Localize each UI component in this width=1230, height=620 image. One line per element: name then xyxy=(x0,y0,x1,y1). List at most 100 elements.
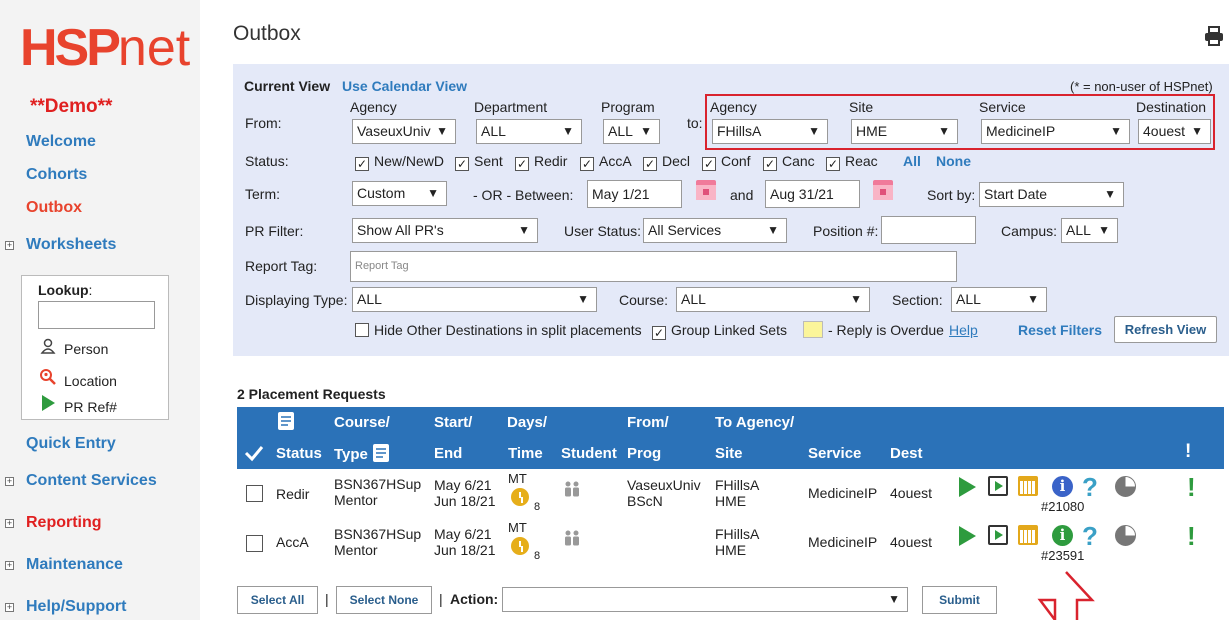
row-1-students-icon[interactable] xyxy=(562,480,582,505)
nav-worksheets[interactable]: Worksheets xyxy=(26,236,116,254)
term-select[interactable]: Custom ▼ xyxy=(352,181,447,206)
reset-filters-link[interactable]: Reset Filters xyxy=(1018,322,1102,338)
refresh-view-button[interactable]: Refresh View xyxy=(1114,316,1217,343)
row-2-students-icon[interactable] xyxy=(562,529,582,554)
row-2-help-icon[interactable]: ? xyxy=(1082,523,1098,549)
nav-reporting[interactable]: Reporting xyxy=(26,514,102,532)
row-1-calendar-icon[interactable] xyxy=(1018,476,1038,496)
header-course[interactable]: Course/ xyxy=(334,414,390,431)
row-1-chart-icon[interactable] xyxy=(1115,476,1136,497)
hide-other-destinations-checkbox[interactable]: Hide Other Destinations in split placeme… xyxy=(355,322,642,338)
nav-maintenance[interactable]: Maintenance xyxy=(26,556,123,574)
status-reac-checkbox[interactable]: ✓ Reac xyxy=(826,153,878,171)
header-service[interactable]: Service xyxy=(808,445,861,462)
calendar-from-icon[interactable] xyxy=(696,180,716,200)
lookup-input[interactable] xyxy=(38,301,155,329)
header-days[interactable]: Days/ xyxy=(507,414,547,431)
report-tag-input[interactable]: Report Tag xyxy=(350,251,957,282)
pr-filter-select[interactable]: Show All PR's ▼ xyxy=(352,218,538,243)
expand-reporting-icon[interactable]: + xyxy=(5,519,14,528)
row-2-checkbox[interactable] xyxy=(246,535,263,552)
header-start[interactable]: Start/ xyxy=(434,414,472,431)
row-1-checkbox[interactable] xyxy=(246,485,263,502)
lookup-pr-ref[interactable]: PR Ref# xyxy=(38,394,117,415)
position-label: Position #: xyxy=(813,223,879,239)
expand-worksheets-icon[interactable]: + xyxy=(5,241,14,250)
date-to-input[interactable]: Aug 31/21 xyxy=(765,180,860,208)
row-1-course[interactable]: BSN367HSup xyxy=(334,476,421,492)
help-link[interactable]: Help xyxy=(949,322,978,338)
section-select[interactable]: ALL ▼ xyxy=(951,287,1047,312)
header-from[interactable]: From/ xyxy=(627,414,669,431)
status-decl-checkbox[interactable]: ✓ Decl xyxy=(643,153,690,171)
header-end[interactable]: End xyxy=(434,445,462,462)
from-agency-select[interactable]: VaseuxUniv ▼ xyxy=(352,119,456,144)
status-sent-checkbox[interactable]: ✓ Sent xyxy=(455,153,503,171)
select-all-check-icon[interactable] xyxy=(244,444,264,467)
row-1-play-icon[interactable] xyxy=(959,477,976,497)
nav-help-support[interactable]: Help/Support xyxy=(26,598,126,616)
course-select[interactable]: ALL ▼ xyxy=(676,287,870,312)
header-type[interactable]: Type xyxy=(334,446,368,463)
program-label: Program xyxy=(601,99,655,115)
type-notes-icon[interactable] xyxy=(373,444,389,467)
header-student[interactable]: Student xyxy=(561,445,617,462)
status-canc-checkbox[interactable]: ✓ Canc xyxy=(763,153,815,171)
row-2-course[interactable]: BSN367HSup xyxy=(334,526,421,542)
printer-icon[interactable] xyxy=(1204,26,1224,46)
calendar-to-icon[interactable] xyxy=(873,180,893,200)
status-conf-checkbox[interactable]: ✓ Conf xyxy=(702,153,751,171)
header-status[interactable]: Status xyxy=(276,445,322,462)
nav-outbox[interactable]: Outbox xyxy=(26,199,82,217)
lookup-location[interactable]: Location xyxy=(38,368,117,389)
status-redir-checkbox[interactable]: ✓ Redir xyxy=(515,153,567,171)
status-newd-checkbox[interactable]: ✓ New/NewD xyxy=(355,153,444,171)
nav-cohorts[interactable]: Cohorts xyxy=(26,166,87,184)
header-time[interactable]: Time xyxy=(508,445,543,462)
header-site[interactable]: Site xyxy=(715,445,743,462)
nav-content-services[interactable]: Content Services xyxy=(26,472,157,490)
sort-by-select[interactable]: Start Date ▼ xyxy=(979,182,1124,207)
row-1-status: Redir xyxy=(276,486,310,502)
row-1-video-icon[interactable] xyxy=(988,476,1008,496)
displaying-type-select[interactable]: ALL ▼ xyxy=(352,287,597,312)
sidebar: HSPnet **Demo** Welcome Cohorts Outbox +… xyxy=(0,0,200,620)
calendar-view-link[interactable]: Use Calendar View xyxy=(342,78,467,94)
program-select[interactable]: ALL ▼ xyxy=(603,119,660,144)
row-2-alert-icon[interactable]: ! xyxy=(1187,523,1196,549)
header-prog[interactable]: Prog xyxy=(627,445,661,462)
select-all-button[interactable]: Select All xyxy=(237,586,318,614)
status-all-link[interactable]: All xyxy=(903,153,921,169)
department-select[interactable]: ALL ▼ xyxy=(476,119,582,144)
row-2-calendar-icon[interactable] xyxy=(1018,525,1038,545)
row-2-info-icon[interactable]: i xyxy=(1052,525,1073,546)
row-2-play-icon[interactable] xyxy=(959,526,976,546)
hspnet-logo[interactable]: HSPnet xyxy=(20,20,190,76)
status-none-link[interactable]: None xyxy=(936,153,971,169)
row-1-help-icon[interactable]: ? xyxy=(1082,474,1098,500)
status-acca-checkbox[interactable]: ✓ AccA xyxy=(580,153,632,171)
user-status-select[interactable]: All Services ▼ xyxy=(643,218,787,243)
row-1-info-icon[interactable]: i xyxy=(1052,476,1073,497)
action-select[interactable]: ▼ xyxy=(502,587,908,612)
row-2-video-icon[interactable] xyxy=(988,525,1008,545)
position-input[interactable] xyxy=(881,216,976,244)
row-2-ref[interactable]: #23591 xyxy=(1041,548,1084,563)
nav-welcome[interactable]: Welcome xyxy=(26,133,96,151)
campus-select[interactable]: ALL ▼ xyxy=(1061,218,1118,243)
nav-quick-entry[interactable]: Quick Entry xyxy=(26,435,116,453)
lookup-person[interactable]: Person xyxy=(38,338,108,357)
row-1-ref[interactable]: #21080 xyxy=(1041,499,1084,514)
expand-help-icon[interactable]: + xyxy=(5,603,14,612)
row-1-alert-icon[interactable]: ! xyxy=(1187,474,1196,500)
date-from-input[interactable]: May 1/21 xyxy=(587,180,682,208)
expand-content-services-icon[interactable]: + xyxy=(5,477,14,486)
notes-icon[interactable] xyxy=(278,412,294,435)
expand-maintenance-icon[interactable]: + xyxy=(5,561,14,570)
header-to-agency[interactable]: To Agency/ xyxy=(715,414,794,431)
submit-button[interactable]: Submit xyxy=(922,586,997,614)
select-none-button[interactable]: Select None xyxy=(336,586,432,614)
group-linked-sets-checkbox[interactable]: ✓ Group Linked Sets xyxy=(652,322,787,340)
row-2-chart-icon[interactable] xyxy=(1115,525,1136,546)
header-dest[interactable]: Dest xyxy=(890,445,923,462)
